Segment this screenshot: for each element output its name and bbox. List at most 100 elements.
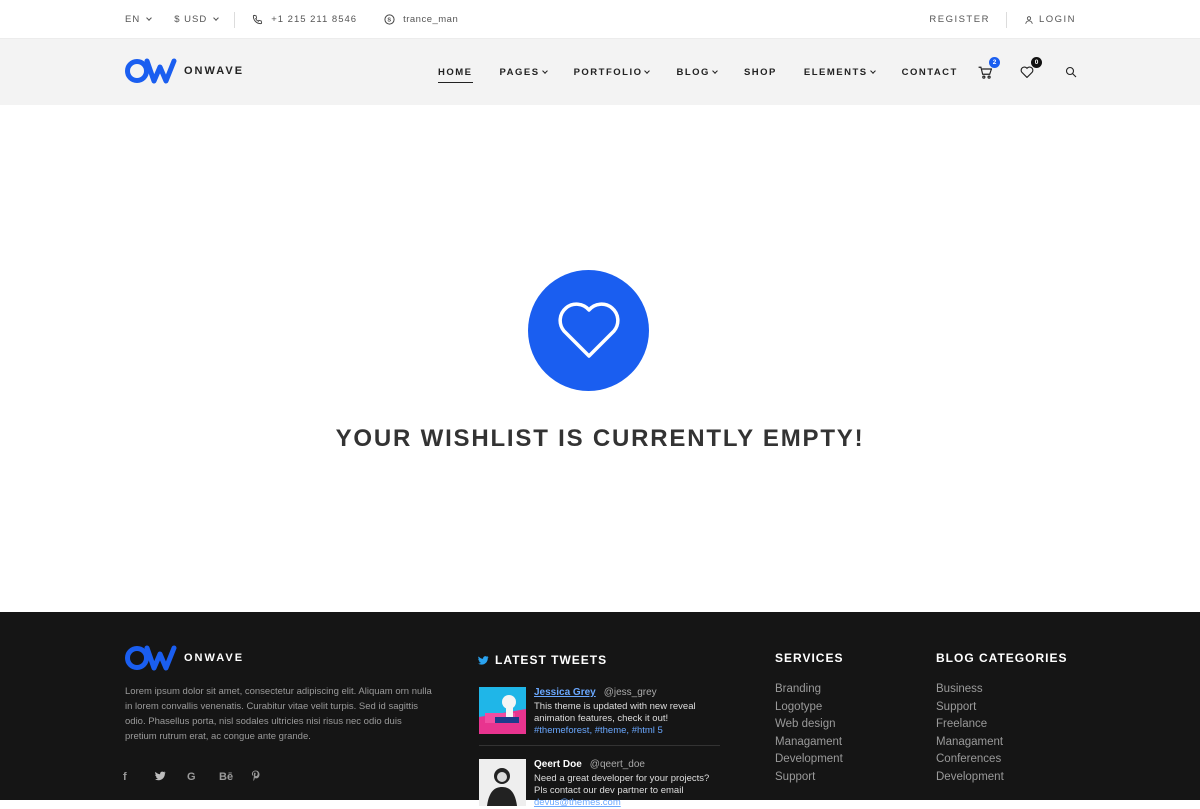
tweet-author-handle: @jess_grey — [603, 687, 657, 698]
cart-count-badge: 2 — [989, 57, 1000, 68]
tweets-heading-label: LATEST TWEETS — [495, 653, 608, 667]
divider — [1005, 11, 1007, 28]
blog-category-item[interactable]: Business — [936, 681, 1004, 699]
blog-category-item[interactable]: Support — [936, 699, 1004, 717]
top-bar: EN $ USD +1 215 211 8546 S trance_man RE… — [0, 0, 1200, 39]
phone-number: +1 215 211 8546 — [271, 14, 358, 25]
services-list-item[interactable]: Managament — [775, 734, 843, 752]
main-nav: HOME PAGES PORTFOLIO BLOG SHOP ELEMENTS CONTAC… — [438, 39, 985, 105]
twitter-icon[interactable] — [155, 771, 187, 784]
avatar[interactable] — [479, 759, 526, 806]
wishlist-count-badge: 0 — [1031, 57, 1042, 68]
tweets-heading: LATEST TWEETS — [478, 653, 607, 667]
tweet-content: Qeert Doe @qeert_doe Need a great develo… — [534, 759, 720, 809]
nav-item-elements[interactable]: ELEMENTS — [803, 66, 876, 78]
social-links: f G Bē — [123, 770, 283, 784]
chevron-down-icon — [541, 67, 548, 74]
phone-icon — [251, 14, 263, 26]
brand-name: ONWAVE — [184, 65, 245, 77]
top-bar-left: EN $ USD +1 215 211 8546 S trance_man — [125, 0, 458, 39]
tweet-author-handle: @qeert_doe — [589, 759, 645, 770]
tweet-hashtags[interactable]: #themeforest, #theme, #html 5 — [534, 725, 663, 736]
twitter-icon — [478, 655, 489, 665]
site-logo[interactable]: ONWAVE — [125, 58, 244, 84]
heart-outline-icon — [1020, 66, 1034, 78]
top-bar-right: REGISTER LOGIN — [929, 0, 1076, 39]
blog-category-item[interactable]: Development — [936, 769, 1004, 787]
header-icons: 2 0 — [977, 39, 1079, 105]
divider — [234, 11, 236, 28]
empty-wishlist-message: YOUR WISHLIST IS CURRENTLY EMPTY! — [335, 425, 865, 452]
skype-contact[interactable]: S trance_man — [383, 14, 458, 26]
currency-label: $ USD — [174, 14, 208, 25]
register-link[interactable]: REGISTER — [929, 14, 990, 25]
nav-item-home[interactable]: HOME — [438, 66, 473, 83]
pinterest-icon[interactable] — [251, 770, 283, 784]
tweet-author-name[interactable]: Jessica Grey — [534, 687, 596, 699]
skype-username: trance_man — [403, 14, 459, 25]
tweet-text: This theme is updated with new reveal an… — [534, 701, 696, 724]
google-icon[interactable]: G — [187, 771, 219, 783]
nav-item-label: ELEMENTS — [803, 66, 868, 78]
services-list-item[interactable]: Development — [775, 751, 843, 769]
services-list-item[interactable]: Web design — [775, 716, 843, 734]
heart-icon — [557, 301, 620, 358]
facebook-icon[interactable]: f — [123, 771, 155, 783]
services-heading: SERVICES — [775, 651, 844, 665]
nav-item-label: PORTFOLIO — [573, 66, 643, 78]
services-list-item[interactable]: Support — [775, 769, 843, 787]
cart-icon — [978, 66, 992, 79]
search-button[interactable] — [1063, 64, 1079, 80]
nav-item-label: SHOP — [743, 66, 777, 78]
currency-selector[interactable]: $ USD — [174, 14, 220, 25]
tweet-text: Need a great developer for your projects… — [534, 773, 710, 796]
skype-icon: S — [383, 14, 395, 26]
chevron-down-icon — [869, 67, 876, 74]
services-list-item[interactable]: Branding — [775, 681, 843, 699]
language-selector[interactable]: EN — [125, 14, 153, 25]
nav-item-label: BLOG — [676, 66, 710, 78]
blog-category-item[interactable]: Conferences — [936, 751, 1004, 769]
nav-item-pages[interactable]: PAGES — [499, 66, 548, 78]
tweet-author-name[interactable]: Qeert Doe — [534, 759, 582, 771]
svg-text:S: S — [387, 18, 391, 24]
blog-categories-list: Business Support Freelance Managament Confer… — [936, 681, 1004, 786]
footer-logo[interactable]: ONWAVE — [125, 645, 244, 671]
main-header: ONWAVE HOME PAGES PORTFOLIO BLOG SHOP ELEMENT… — [0, 39, 1200, 105]
chevron-down-icon — [213, 15, 220, 21]
nav-item-portfolio[interactable]: PORTFOLIO — [573, 66, 651, 78]
services-list: Branding Logotype Web design Managament Deve… — [775, 681, 843, 786]
chevron-down-icon — [712, 67, 718, 74]
heart-badge-circle — [528, 270, 649, 391]
tweet-email-link[interactable]: devus@themes.com — [534, 797, 621, 808]
services-list-item[interactable]: Logotype — [775, 699, 843, 717]
wishlist-button[interactable]: 0 — [1019, 57, 1042, 80]
wishlist-empty-section: YOUR WISHLIST IS CURRENTLY EMPTY! — [0, 105, 1200, 612]
nav-item-label: CONTACT — [901, 66, 958, 78]
search-icon — [1065, 66, 1077, 78]
nav-item-blog[interactable]: BLOG — [676, 66, 718, 78]
user-icon — [1023, 14, 1035, 26]
blog-category-item[interactable]: Freelance — [936, 716, 1004, 734]
phone-contact[interactable]: +1 215 211 8546 — [251, 14, 357, 26]
nav-item-shop[interactable]: SHOP — [744, 67, 777, 78]
chevron-down-icon — [146, 15, 153, 21]
tweet-content: Jessica Grey @jess_grey This theme is up… — [534, 687, 720, 737]
ow-logo-mark — [125, 58, 177, 84]
behance-icon[interactable]: Bē — [219, 771, 251, 783]
blog-category-item[interactable]: Managament — [936, 734, 1004, 752]
nav-item-label: HOME — [438, 66, 473, 78]
site-footer: ONWAVE Lorem ipsum dolor sit amet, conse… — [0, 612, 1200, 808]
login-label: LOGIN — [1038, 14, 1076, 25]
footer-about-text: Lorem ipsum dolor sit amet, consectetur … — [125, 686, 432, 742]
tweet-item: Jessica Grey @jess_grey This theme is up… — [479, 687, 720, 737]
brand-name: ONWAVE — [184, 652, 245, 664]
nav-item-label: PAGES — [499, 66, 540, 78]
login-link[interactable]: LOGIN — [1023, 14, 1076, 26]
ow-logo-mark — [125, 645, 177, 671]
nav-item-contact[interactable]: CONTACT — [902, 67, 958, 78]
cart-button[interactable]: 2 — [977, 57, 1000, 80]
blog-categories-heading: BLOG CATEGORIES — [936, 651, 1068, 665]
divider — [479, 745, 720, 746]
avatar[interactable] — [479, 687, 526, 734]
